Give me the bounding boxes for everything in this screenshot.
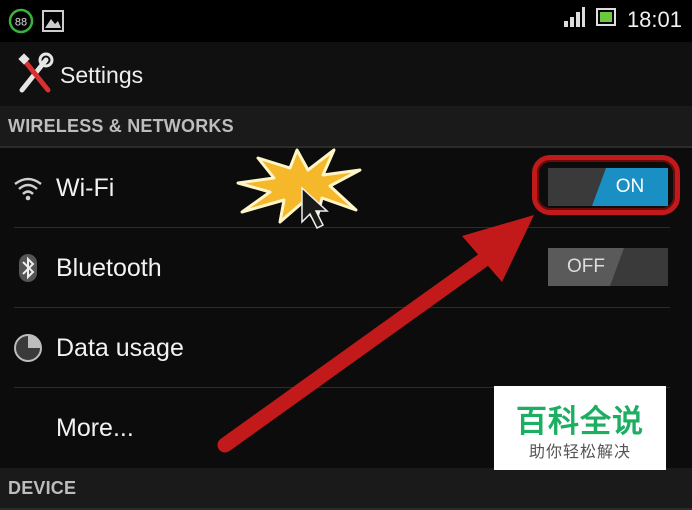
toggle-off-label: OFF xyxy=(548,248,624,286)
battery-icon xyxy=(595,6,617,33)
clock: 18:01 xyxy=(626,6,682,32)
settings-item-label: Bluetooth xyxy=(56,254,162,282)
status-bar: 88 18:01 xyxy=(0,0,692,42)
watermark-title: 百科全说 xyxy=(516,404,644,439)
highlight-box xyxy=(532,155,680,215)
settings-item-label: Data usage xyxy=(56,334,184,362)
settings-tools-icon[interactable] xyxy=(16,52,54,96)
data-usage-icon xyxy=(12,332,44,364)
bluetooth-toggle[interactable]: OFF xyxy=(548,248,668,286)
settings-item-label: Wi-Fi xyxy=(56,174,115,202)
image-notification-icon xyxy=(42,10,64,37)
section-header-label: DEVICE xyxy=(8,478,77,498)
watermark: 百科全说 助你轻松解决 xyxy=(494,386,666,470)
section-header-device: DEVICE xyxy=(0,468,692,510)
bluetooth-icon xyxy=(12,252,44,284)
section-header-label: WIRELESS & NETWORKS xyxy=(8,116,234,136)
status-bar-left: 88 xyxy=(8,8,64,39)
settings-item-bluetooth[interactable]: Bluetooth OFF xyxy=(0,228,692,308)
section-header-wireless: WIRELESS & NETWORKS xyxy=(0,106,692,148)
settings-item-data-usage[interactable]: Data usage xyxy=(0,308,692,388)
settings-item-label: More... xyxy=(56,414,134,442)
signal-icon xyxy=(563,6,585,33)
page-title: Settings xyxy=(60,62,144,88)
cleaner-badge-icon: 88 xyxy=(8,8,34,39)
wifi-icon xyxy=(12,172,44,204)
action-bar: Settings xyxy=(0,42,692,106)
watermark-subtitle: 助你轻松解决 xyxy=(528,444,631,461)
status-bar-right: 18:01 xyxy=(563,6,682,33)
notification-badge-text: 88 xyxy=(15,17,27,29)
